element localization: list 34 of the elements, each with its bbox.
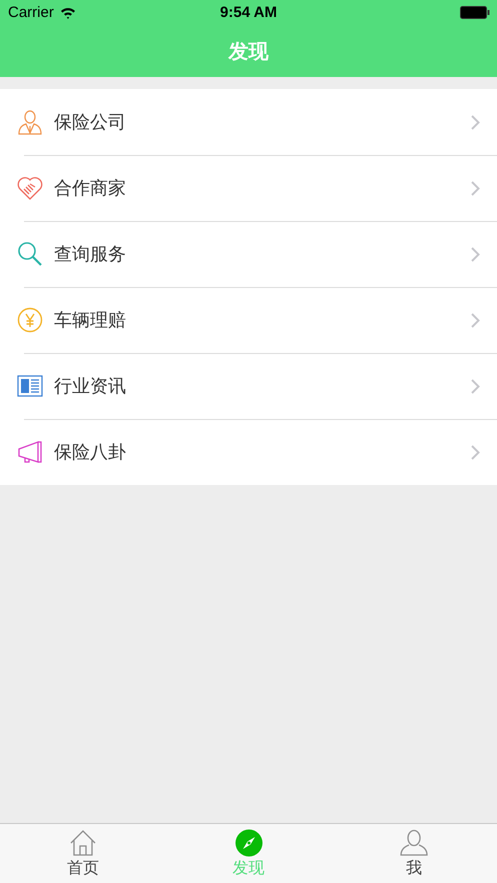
- menu-label: 保险公司: [54, 111, 127, 134]
- menu-label: 保险八卦: [54, 441, 127, 464]
- compass-icon: [234, 828, 262, 856]
- yen-coin-icon: [17, 307, 43, 333]
- status-time: 9:54 AM: [220, 4, 277, 21]
- menu-row[interactable]: 车辆理赔: [0, 287, 497, 353]
- chevron-icon: [471, 444, 480, 460]
- menu-label: 合作商家: [54, 177, 127, 200]
- search-icon: [17, 241, 43, 267]
- menu-row[interactable]: 保险公司: [0, 89, 497, 155]
- person-icon: [17, 109, 43, 135]
- battery-icon: [460, 6, 490, 19]
- menu-label: 查询服务: [54, 243, 127, 266]
- wifi-icon: [60, 6, 76, 18]
- menu-label: 车辆理赔: [54, 309, 127, 332]
- user-icon: [400, 828, 428, 856]
- chevron-icon: [471, 378, 480, 394]
- tab[interactable]: 我: [331, 824, 497, 883]
- chevron-icon: [471, 180, 480, 196]
- menu-row[interactable]: 查询服务: [0, 221, 497, 287]
- heart-handshake-icon: [17, 175, 43, 201]
- menu-row[interactable]: 合作商家: [0, 155, 497, 221]
- menu-label: 行业资讯: [54, 375, 127, 398]
- chevron-icon: [471, 114, 480, 130]
- menu-row[interactable]: 保险八卦: [0, 419, 497, 485]
- newspaper-icon: [17, 373, 43, 399]
- carrier-name: Carrier: [8, 4, 54, 21]
- chevron-icon: [471, 246, 480, 262]
- page-title: 发现: [228, 38, 268, 64]
- tab[interactable]: 首页: [0, 824, 166, 883]
- menu-row[interactable]: 行业资讯: [0, 353, 497, 419]
- chevron-icon: [471, 312, 480, 328]
- home-icon: [68, 828, 97, 856]
- megaphone-icon: [17, 439, 43, 465]
